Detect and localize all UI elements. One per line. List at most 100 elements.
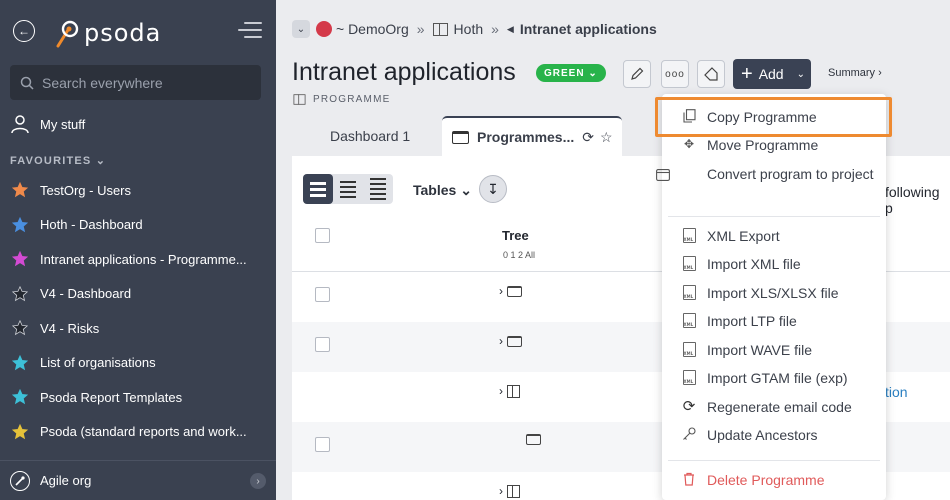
chevron-right-icon[interactable]: › bbox=[250, 473, 266, 489]
tree-cell: › bbox=[499, 284, 522, 298]
my-stuff-link[interactable]: My stuff bbox=[10, 114, 85, 134]
triangle-left-icon: ◀ bbox=[506, 23, 514, 34]
star-icon bbox=[12, 389, 28, 405]
favourite-label: Psoda (standard reports and work... bbox=[40, 424, 247, 440]
edit-button[interactable] bbox=[623, 60, 651, 88]
add-button[interactable]: + Add ⌄ bbox=[733, 59, 811, 89]
favourite-item[interactable]: V4 - Risks bbox=[0, 311, 276, 346]
tag-button[interactable] bbox=[697, 60, 725, 88]
chevron-down-icon: ⌄ bbox=[796, 68, 805, 80]
refresh-icon[interactable]: ⟳ bbox=[582, 129, 594, 146]
favourite-item[interactable]: V4 - Dashboard bbox=[0, 277, 276, 312]
search-box[interactable] bbox=[10, 65, 261, 100]
xml-file-icon bbox=[681, 227, 697, 243]
star-icon bbox=[12, 251, 28, 267]
star-icon[interactable]: ☆ bbox=[600, 129, 613, 146]
item-type: PROGRAMME bbox=[292, 93, 390, 106]
my-stuff-label: My stuff bbox=[40, 116, 86, 132]
menu-item-regenerate-email-code[interactable]: ⟳ Regenerate email code bbox=[662, 398, 886, 417]
menu-divider bbox=[668, 460, 880, 461]
menu-item-move-programme[interactable]: ✥ Move Programme bbox=[662, 136, 886, 155]
menu-item-delete-programme[interactable]: Delete Programme bbox=[662, 471, 886, 490]
chevron-right-icon[interactable]: › bbox=[499, 334, 503, 348]
favourite-item[interactable]: List of organisations bbox=[0, 346, 276, 381]
add-button-label: Add bbox=[758, 66, 784, 82]
favourite-label: Intranet applications - Programme... bbox=[40, 251, 247, 267]
favourite-label: V4 - Dashboard bbox=[40, 286, 132, 302]
row-checkbox[interactable] bbox=[315, 337, 330, 352]
collapse-sidebar-icon[interactable] bbox=[238, 22, 262, 40]
tree-cell: › bbox=[499, 384, 520, 398]
org-avatar bbox=[316, 21, 332, 37]
tab-dashboard[interactable]: Dashboard 1 bbox=[292, 116, 442, 156]
calendar-icon bbox=[507, 335, 522, 347]
chevron-right-icon[interactable]: › bbox=[499, 384, 503, 398]
back-icon[interactable]: ← bbox=[13, 20, 35, 42]
favourite-item[interactable]: Intranet applications - Programme... bbox=[0, 242, 276, 277]
partial-link[interactable]: tion bbox=[885, 384, 908, 400]
page-title: Intranet applications bbox=[292, 58, 516, 86]
menu-item-import-xls[interactable]: Import XLS/XLSX file bbox=[662, 284, 886, 303]
convert-icon bbox=[655, 167, 671, 183]
favourite-label: List of organisations bbox=[40, 355, 156, 371]
chevron-right-icon[interactable]: › bbox=[499, 484, 503, 498]
user-icon bbox=[11, 115, 29, 134]
search-input[interactable] bbox=[42, 74, 242, 91]
xml-file-icon bbox=[681, 284, 697, 300]
tables-dropdown[interactable]: Tables ⌄ bbox=[413, 182, 472, 199]
favourite-label: Psoda Report Templates bbox=[40, 389, 183, 405]
density-compact-button[interactable] bbox=[363, 174, 393, 204]
summary-link[interactable]: Summary › bbox=[828, 67, 882, 79]
star-icon bbox=[12, 320, 28, 336]
more-options-button[interactable]: ooo bbox=[661, 60, 689, 88]
favourite-item[interactable]: TestOrg - Users bbox=[0, 173, 276, 208]
plus-icon: + bbox=[741, 63, 753, 85]
row-checkbox[interactable] bbox=[315, 287, 330, 302]
programme-icon bbox=[432, 22, 448, 36]
item-type-label: PROGRAMME bbox=[313, 94, 391, 105]
menu-item-convert-program[interactable]: Convert program to project bbox=[656, 165, 886, 184]
star-icon bbox=[12, 354, 28, 370]
menu-item-import-ltp[interactable]: Import LTP file bbox=[662, 312, 886, 331]
logo-mark-icon bbox=[56, 20, 79, 48]
programme-icon bbox=[293, 94, 306, 105]
favourite-item[interactable]: Psoda Report Templates bbox=[0, 380, 276, 415]
chevron-down-icon[interactable]: ⌄ bbox=[292, 20, 310, 38]
density-normal-button[interactable] bbox=[333, 174, 363, 204]
favourites-heading[interactable]: FAVOURITES ⌄ bbox=[10, 154, 106, 167]
favourite-label: V4 - Risks bbox=[40, 320, 100, 336]
partial-text: following p bbox=[885, 184, 940, 216]
chevron-right-icon[interactable]: › bbox=[499, 284, 503, 298]
tab-programmes[interactable]: Programmes... ⟳ ☆ bbox=[442, 116, 622, 156]
tree-level-selector[interactable]: 0 1 2 All bbox=[503, 250, 535, 260]
favourite-item[interactable]: Psoda (standard reports and work... bbox=[0, 415, 276, 450]
breadcrumb-org[interactable]: ~ DemoOrg bbox=[336, 21, 409, 37]
tab-bar: Dashboard 1 Programmes... ⟳ ☆ bbox=[292, 116, 622, 156]
psoda-logo[interactable]: psoda bbox=[52, 18, 161, 48]
row-checkbox[interactable] bbox=[315, 437, 330, 452]
calendar-icon bbox=[452, 130, 469, 144]
pencil-icon bbox=[631, 67, 644, 80]
search-icon bbox=[20, 76, 34, 90]
density-toggle bbox=[303, 174, 393, 204]
menu-item-import-wave[interactable]: Import WAVE file bbox=[662, 341, 886, 360]
menu-item-import-gtam[interactable]: Import GTAM file (exp) bbox=[662, 369, 886, 388]
org-name: Agile org bbox=[40, 473, 92, 488]
breadcrumb-separator: » bbox=[416, 21, 425, 37]
menu-item-update-ancestors[interactable]: Update Ancestors bbox=[662, 426, 886, 445]
menu-item-xml-export[interactable]: XML Export bbox=[662, 227, 886, 246]
favourite-item[interactable]: Hoth - Dashboard bbox=[0, 208, 276, 243]
favourite-label: Hoth - Dashboard bbox=[40, 217, 143, 233]
tree-cell bbox=[526, 434, 541, 445]
breadcrumb-parent[interactable]: Hoth bbox=[454, 21, 484, 37]
density-comfortable-button[interactable] bbox=[303, 174, 333, 204]
download-icon[interactable]: ↧ bbox=[479, 175, 507, 203]
select-all-checkbox[interactable] bbox=[315, 228, 330, 243]
xml-file-icon bbox=[681, 341, 697, 357]
org-switcher[interactable]: Agile org › bbox=[0, 460, 276, 500]
menu-item-import-xml[interactable]: Import XML file bbox=[662, 255, 886, 274]
star-icon bbox=[12, 182, 28, 198]
calendar-icon bbox=[526, 434, 541, 445]
refresh-icon: ⟳ bbox=[682, 398, 696, 415]
status-badge[interactable]: GREEN ⌄ bbox=[536, 64, 606, 82]
